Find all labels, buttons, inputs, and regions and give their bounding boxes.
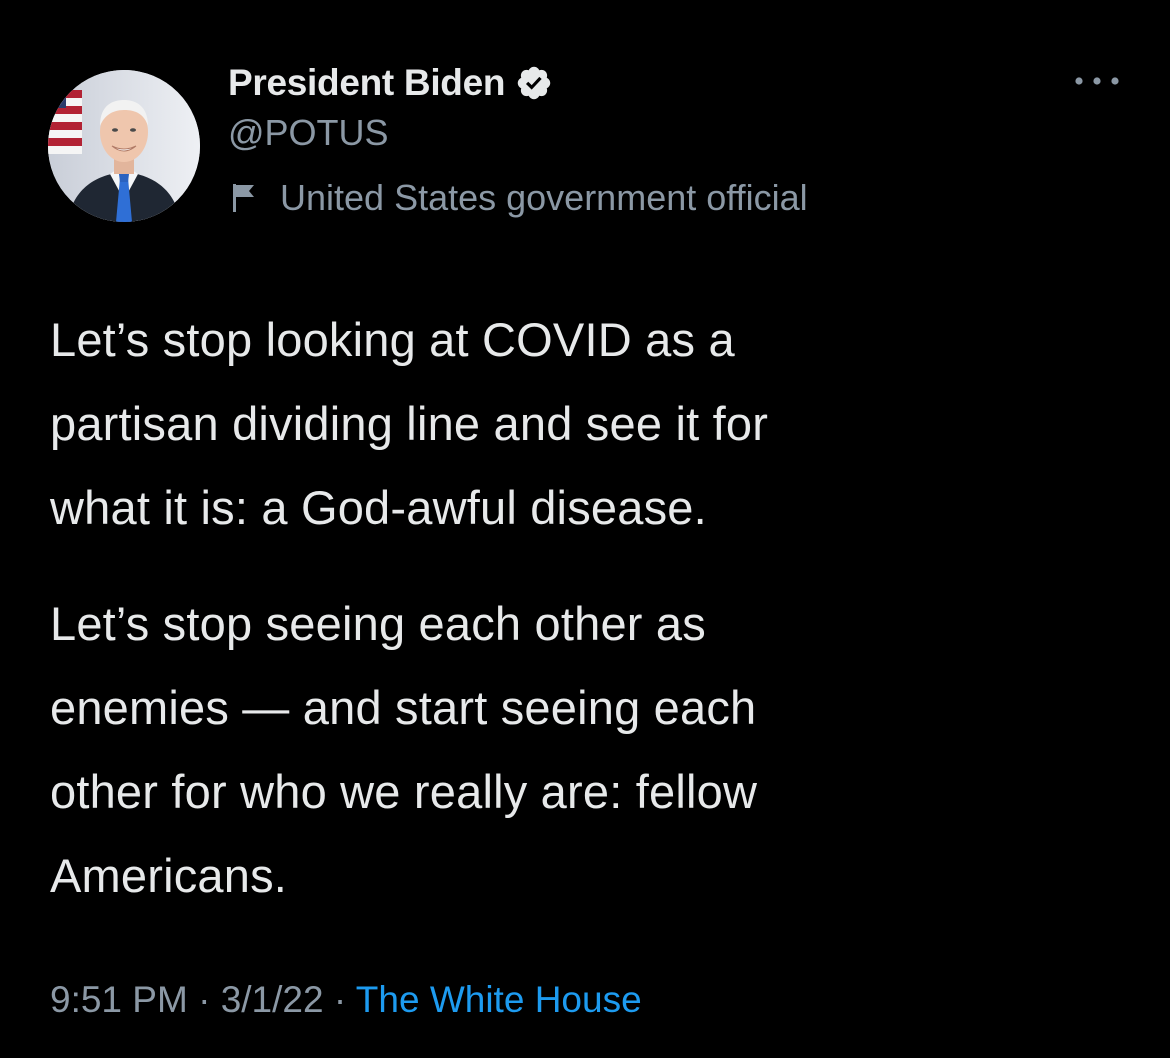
flag-icon (232, 183, 258, 213)
display-name[interactable]: President Biden (228, 62, 505, 104)
handle[interactable]: @POTUS (228, 110, 808, 156)
name-row: President Biden (228, 60, 808, 106)
author-info: President Biden @POTUS United States gov… (228, 60, 808, 218)
account-label: United States government official (228, 177, 808, 219)
tweet-paragraph: Let’s stop looking at COVID as a partisa… (50, 313, 769, 534)
tweet-date[interactable]: 3/1/22 (221, 979, 324, 1020)
verified-badge-icon (515, 64, 553, 102)
more-options-icon[interactable] (1070, 70, 1124, 92)
tweet-paragraph: Let’s stop seeing each other as enemies … (50, 597, 758, 902)
avatar[interactable] (48, 70, 200, 222)
meta-separator: · (333, 979, 347, 1020)
tweet-source-link[interactable]: The White House (356, 979, 642, 1020)
avatar-portrait-icon (48, 70, 200, 222)
tweet-text: Let’s stop looking at COVID as a partisa… (50, 298, 1130, 918)
tweet-card: President Biden @POTUS United States gov… (0, 0, 1170, 1058)
tweet-meta: 9:51 PM · 3/1/22 · The White House (50, 975, 642, 1025)
meta-separator: · (198, 979, 211, 1020)
tweet-time[interactable]: 9:51 PM (50, 979, 188, 1020)
government-label[interactable]: United States government official (280, 177, 808, 219)
